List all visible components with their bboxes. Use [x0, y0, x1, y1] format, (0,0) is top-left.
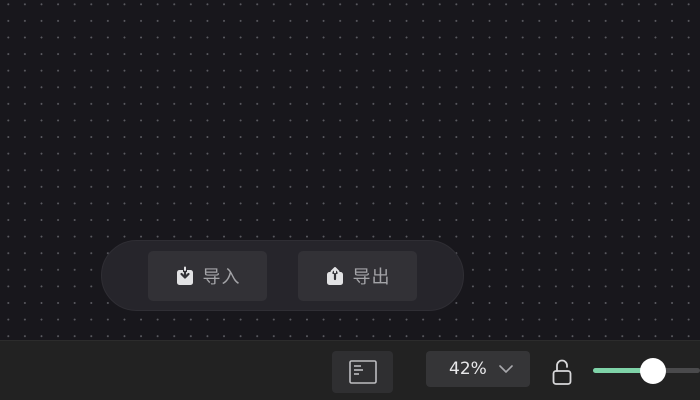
- import-export-panel: 导入 导出: [101, 240, 464, 311]
- import-button[interactable]: 导入: [148, 251, 267, 301]
- chevron-down-icon: [499, 365, 513, 373]
- bottom-toolbar: 42%: [0, 340, 700, 400]
- export-button[interactable]: 导出: [298, 251, 417, 301]
- minimap-toggle-button[interactable]: [332, 351, 393, 393]
- minimap-icon: [348, 360, 377, 384]
- lock-toggle-button[interactable]: [549, 357, 575, 387]
- zoom-level-select[interactable]: 42%: [426, 351, 530, 387]
- zoom-level-value: 42%: [449, 359, 487, 379]
- import-icon: [176, 266, 193, 285]
- unlocked-padlock-icon: [552, 359, 572, 385]
- import-label: 导入: [202, 267, 241, 288]
- zoom-slider[interactable]: [593, 358, 700, 384]
- export-label: 导出: [352, 267, 391, 288]
- slider-thumb[interactable]: [640, 358, 666, 384]
- export-icon: [326, 267, 343, 285]
